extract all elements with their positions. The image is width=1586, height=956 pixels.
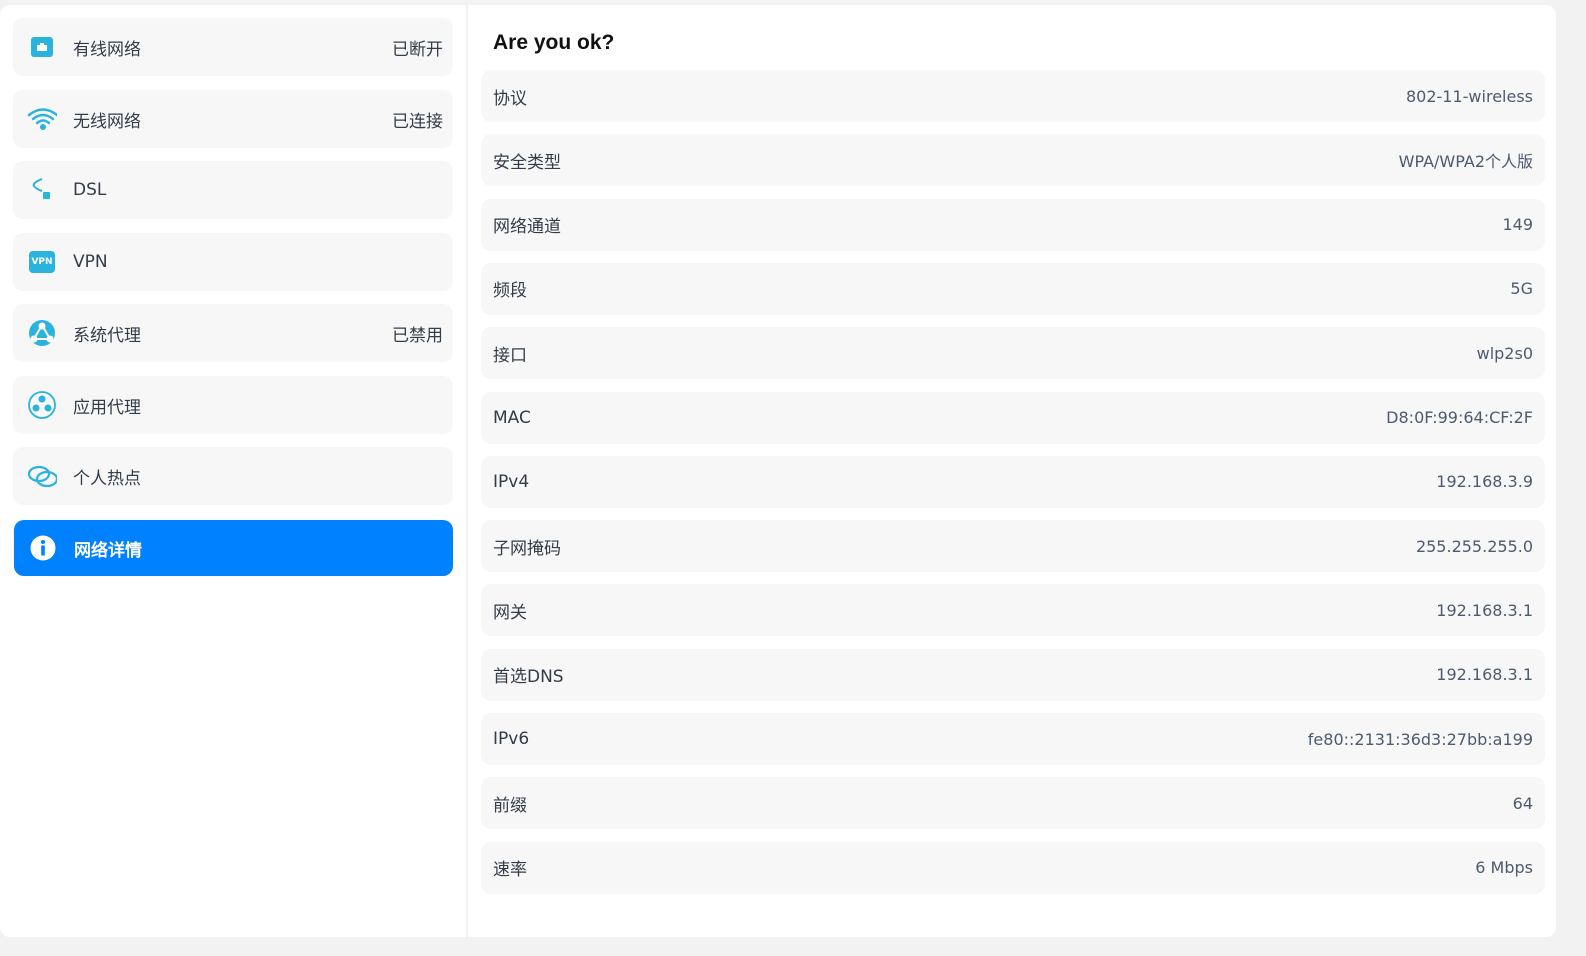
detail-row: IPv4 192.168.3.9 xyxy=(481,455,1545,508)
wifi-icon xyxy=(27,104,57,134)
sidebar-item-label: 应用代理 xyxy=(73,397,141,418)
detail-value: D8:0F:99:64:CF:2F xyxy=(1386,408,1533,427)
sidebar-item-wireless[interactable]: 无线网络 已连接 xyxy=(13,90,453,148)
sidebar-item-dsl[interactable]: DSL xyxy=(13,161,453,219)
detail-key: IPv4 xyxy=(493,471,530,492)
sidebar-item-label: 个人热点 xyxy=(73,468,141,489)
detail-value: wlp2s0 xyxy=(1476,343,1533,363)
sidebar-item-network-details[interactable]: 网络详情 xyxy=(14,520,453,576)
sidebar-item-label: 无线网络 xyxy=(73,111,141,132)
detail-value: WPA/WPA2个人版 xyxy=(1398,152,1533,172)
detail-value: 192.168.3.9 xyxy=(1436,472,1533,492)
status-text: 已断开 xyxy=(392,39,443,60)
detail-row: 网关 192.168.3.1 xyxy=(481,584,1545,637)
dsl-cable-icon xyxy=(27,175,57,205)
detail-key: 安全类型 xyxy=(493,152,561,173)
detail-key: 首选DNS xyxy=(493,667,564,688)
detail-row: 安全类型 WPA/WPA2个人版 xyxy=(481,134,1545,187)
sidebar-item-label: 系统代理 xyxy=(73,325,141,346)
detail-key: 速率 xyxy=(493,860,527,881)
status-text: 已连接 xyxy=(392,111,443,132)
detail-value: 192.168.3.1 xyxy=(1436,665,1533,685)
sidebar-item-label: 有线网络 xyxy=(73,39,141,60)
wired-network-icon xyxy=(27,32,57,62)
sidebar-item-wired[interactable]: 有线网络 已断开 xyxy=(13,18,453,76)
detail-row: 协议 802-11-wireless xyxy=(481,70,1545,122)
detail-key: 子网掩码 xyxy=(493,538,561,559)
detail-key: 前缀 xyxy=(493,795,527,816)
vpn-icon-text: VPN xyxy=(29,251,55,273)
detail-row: 首选DNS 192.168.3.1 xyxy=(481,648,1545,701)
info-icon xyxy=(28,533,58,563)
hotspot-icon xyxy=(27,461,57,491)
detail-row: 速率 6 Mbps xyxy=(481,841,1545,894)
sidebar-item-hotspot[interactable]: 个人热点 xyxy=(13,447,453,505)
app-proxy-icon xyxy=(27,390,57,420)
status-text: 已禁用 xyxy=(392,325,443,346)
detail-value: 64 xyxy=(1512,793,1533,813)
detail-value: 255.255.255.0 xyxy=(1415,536,1533,556)
detail-key: 频段 xyxy=(493,281,527,302)
detail-value: 6 Mbps xyxy=(1475,858,1533,878)
detail-row: 接口 wlp2s0 xyxy=(481,327,1545,380)
detail-row: 频段 5G xyxy=(481,262,1545,315)
detail-row: 子网掩码 255.255.255.0 xyxy=(481,520,1545,573)
sidebar: 有线网络 已断开 无线网络 已连接 DSL VPN VPN 系统代理 已禁用 应… xyxy=(0,5,466,937)
detail-row: IPv6 fe80::2131:36d3:27bb:a199 xyxy=(481,713,1545,765)
sidebar-item-label: VPN xyxy=(73,252,108,272)
detail-value: 192.168.3.1 xyxy=(1436,600,1533,620)
detail-key: 接口 xyxy=(493,345,527,366)
system-proxy-icon xyxy=(27,318,57,348)
detail-key: 网关 xyxy=(493,602,527,623)
detail-value: 802-11-wireless xyxy=(1405,86,1533,106)
detail-value: fe80::2131:36d3:27bb:a199 xyxy=(1307,729,1533,749)
detail-row: 网络通道 149 xyxy=(481,198,1545,251)
detail-value: 149 xyxy=(1502,215,1533,235)
vpn-icon: VPN xyxy=(27,247,57,277)
network-details-panel: Are you ok? 协议 802-11-wireless 安全类型 WPA/WPA… xyxy=(468,5,1556,937)
page-title: Are you ok? xyxy=(493,31,615,54)
detail-row: 前缀 64 xyxy=(481,777,1545,830)
sidebar-item-vpn[interactable]: VPN VPN xyxy=(13,233,453,291)
detail-key: 网络通道 xyxy=(493,217,561,238)
detail-key: 协议 xyxy=(493,88,527,109)
sidebar-item-label: DSL xyxy=(73,180,107,200)
detail-row: MAC D8:0F:99:64:CF:2F xyxy=(481,391,1545,444)
detail-value: 5G xyxy=(1510,279,1533,299)
sidebar-item-app-proxy[interactable]: 应用代理 xyxy=(13,376,453,434)
detail-key: MAC xyxy=(493,407,531,428)
sidebar-item-system-proxy[interactable]: 系统代理 已禁用 xyxy=(13,304,453,362)
detail-key: IPv6 xyxy=(493,729,530,749)
sidebar-item-label: 网络详情 xyxy=(74,540,142,561)
